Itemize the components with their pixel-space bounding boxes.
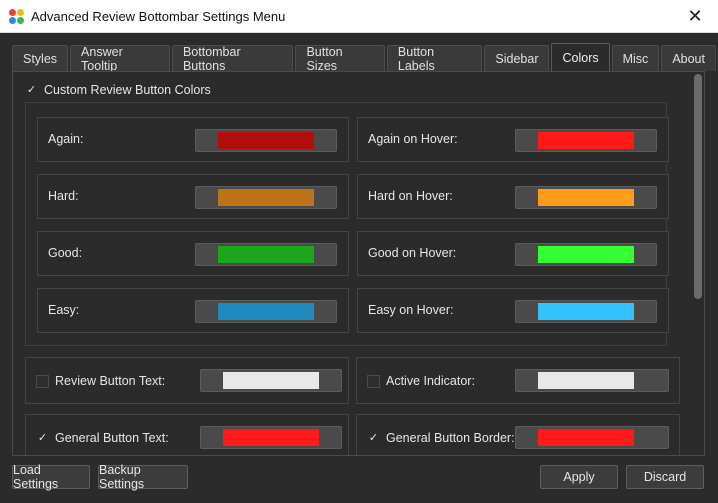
tab-button-sizes[interactable]: Button Sizes [295,45,385,73]
general-button-text-row: ✓ General Button Text: [25,414,349,455]
tab-misc[interactable]: Misc [611,45,660,71]
good-color-swatch [218,246,314,263]
close-icon[interactable]: ✕ [672,0,718,33]
checkbox-checked-icon[interactable]: ✓ [367,431,380,445]
hard-hover-color-button[interactable] [515,186,657,209]
load-settings-button[interactable]: Load Settings [12,463,90,491]
active-indicator-row: Active Indicator: [356,357,680,404]
easy-color-row: Easy: [37,288,349,333]
custom-colors-label: Custom Review Button Colors [44,83,211,97]
tab-bottombar-buttons[interactable]: Bottombar Buttons [171,45,294,73]
easy-hover-label: Easy on Hover: [368,303,454,317]
colors-panel: ✓ Custom Review Button Colors Again: Aga… [12,71,705,456]
good-hover-color-button[interactable] [515,243,657,266]
active-indicator-color-button[interactable] [515,369,669,392]
again-hover-label: Again on Hover: [368,132,458,146]
again-hover-color-row: Again on Hover: [357,117,669,162]
again-color-swatch [218,132,314,149]
general-button-border-toggle[interactable]: ✓ General Button Border: [367,431,515,445]
easy-hover-color-row: Easy on Hover: [357,288,669,333]
tab-sidebar[interactable]: Sidebar [484,45,550,71]
easy-label: Easy: [48,303,80,317]
again-hover-color-button[interactable] [515,129,657,152]
tab-answer-tooltip[interactable]: Answer Tooltip [70,45,170,73]
hard-color-button[interactable] [195,186,337,209]
hard-label: Hard: [48,189,79,203]
discard-button[interactable]: Discard [626,465,704,489]
tab-styles[interactable]: Styles [12,45,69,71]
good-hover-color-swatch [538,246,634,263]
title-bar: Advanced Review Bottombar Settings Menu … [0,0,718,33]
hard-hover-color-row: Hard on Hover: [357,174,669,219]
tab-about[interactable]: About [661,45,716,71]
easy-hover-color-swatch [538,303,634,320]
general-button-border-color-button[interactable] [515,426,669,449]
review-button-text-color-button[interactable] [200,369,342,392]
review-button-text-toggle[interactable]: Review Button Text: [36,374,165,388]
checkbox-checked-icon[interactable]: ✓ [36,431,49,445]
good-label: Good: [48,246,83,260]
review-button-text-color-swatch [223,372,319,389]
footer-bar: Load Settings Backup Settings Apply Disc… [0,456,718,503]
tab-colors[interactable]: Colors [551,43,610,71]
again-color-button[interactable] [195,129,337,152]
review-button-text-label: Review Button Text: [55,374,166,388]
hard-color-row: Hard: [37,174,349,219]
active-indicator-color-swatch [538,372,634,389]
good-color-row: Good: [37,231,349,276]
hard-hover-color-swatch [538,189,634,206]
general-button-text-color-swatch [223,429,319,446]
general-button-border-label: General Button Border: [386,431,515,445]
easy-hover-color-button[interactable] [515,300,657,323]
good-hover-label: Good on Hover: [368,246,457,260]
checkbox-unchecked-icon[interactable] [367,374,380,388]
app-icon [9,9,24,24]
good-hover-color-row: Good on Hover: [357,231,669,276]
backup-settings-button[interactable]: Backup Settings [98,463,188,491]
active-indicator-label: Active Indicator: [386,374,475,388]
general-button-border-color-swatch [538,429,634,446]
tab-button-labels[interactable]: Button Labels [386,45,483,73]
checkbox-unchecked-icon[interactable] [36,374,49,388]
general-button-text-label: General Button Text: [55,431,169,445]
window-title: Advanced Review Bottombar Settings Menu [31,9,286,24]
vertical-scrollbar[interactable] [693,74,702,452]
again-color-row: Again: [37,117,349,162]
review-button-text-row: Review Button Text: [25,357,349,404]
good-color-button[interactable] [195,243,337,266]
general-button-text-toggle[interactable]: ✓ General Button Text: [36,431,169,445]
general-button-border-row: ✓ General Button Border: [356,414,680,455]
scrollbar-thumb[interactable] [694,74,702,299]
easy-color-button[interactable] [195,300,337,323]
checkbox-checked-icon[interactable]: ✓ [25,83,38,97]
custom-colors-toggle[interactable]: ✓ Custom Review Button Colors [25,83,211,97]
tab-bar: Styles Answer Tooltip Bottombar Buttons … [12,43,718,73]
general-button-text-color-button[interactable] [200,426,342,449]
hard-color-swatch [218,189,314,206]
active-indicator-toggle[interactable]: Active Indicator: [367,374,475,388]
again-label: Again: [48,132,84,146]
apply-button[interactable]: Apply [540,465,618,489]
again-hover-color-swatch [538,132,634,149]
easy-color-swatch [218,303,314,320]
hard-hover-label: Hard on Hover: [368,189,453,203]
review-button-color-group: Again: Again on Hover: Hard: Hard on Hov… [25,102,669,346]
